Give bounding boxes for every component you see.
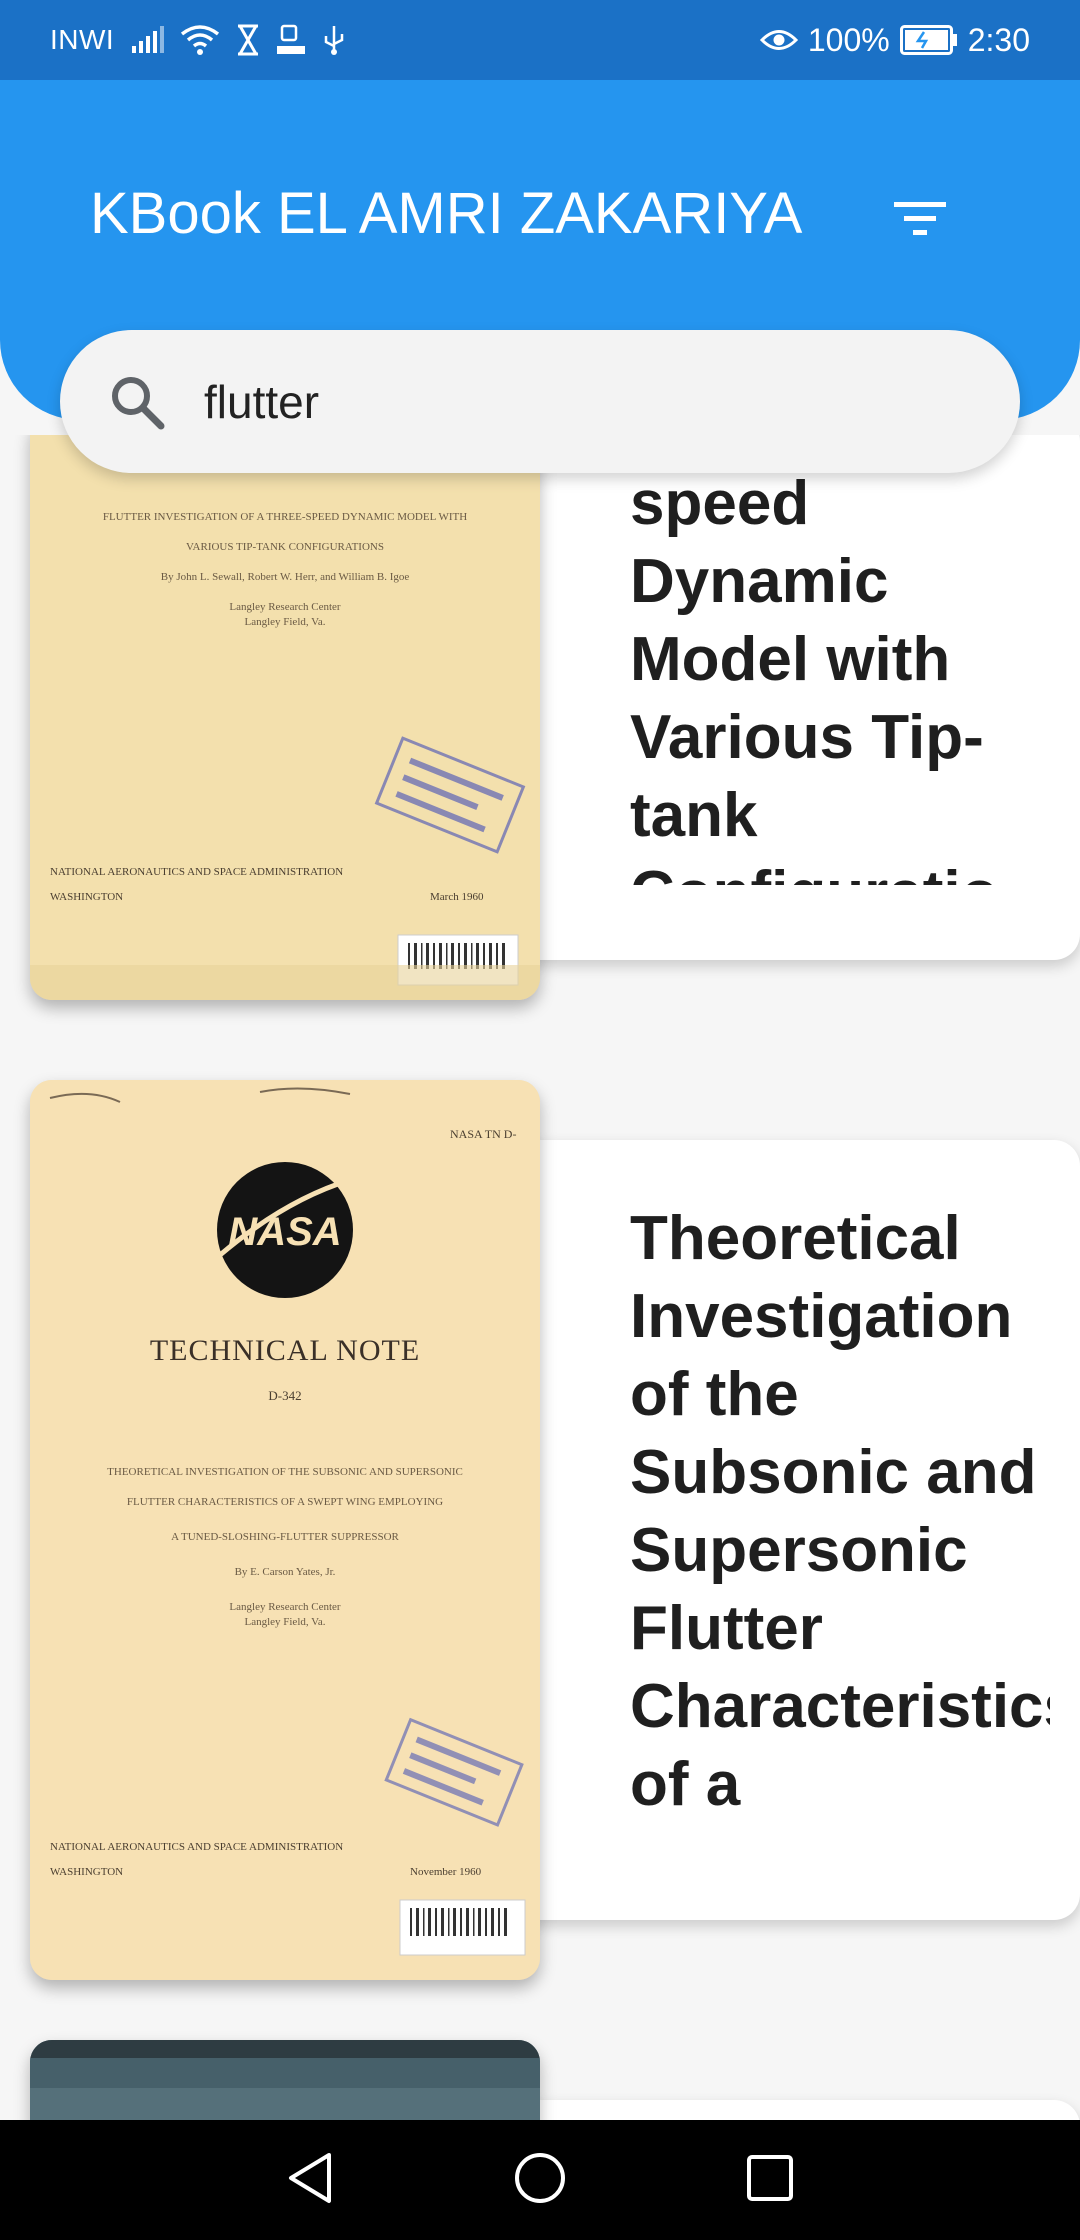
svg-text:NASA: NASA	[228, 1210, 341, 1254]
cover-line: A TUNED-SLOSHING-FLUTTER SUPPRESSOR	[171, 1531, 399, 1543]
book-list[interactable]: speed Dynamic Model with Various Tip-tan…	[0, 435, 1080, 2120]
book-cover[interactable]: NASA TN D- NASA TECHNICAL NOTE D-342 THE…	[30, 1080, 540, 1980]
status-bar: INWI 100% 2:30	[0, 0, 1080, 80]
cover-line: FLUTTER INVESTIGATION OF A THREE-SPEED D…	[103, 511, 467, 523]
cover-place: Langley Field, Va.	[244, 1616, 325, 1628]
book-cover[interactable]	[30, 2040, 540, 2120]
battery-icon	[899, 25, 958, 55]
cover-kind: TECHNICAL NOTE	[150, 1334, 420, 1367]
cover-date: November 1960	[410, 1866, 482, 1878]
book-title: speed Dynamic Model with Various Tip-tan…	[630, 469, 999, 885]
cover-center: Langley Research Center	[229, 601, 341, 613]
book-info-card[interactable]: speed Dynamic Model with Various Tip-tan…	[530, 435, 1080, 960]
book-title: Theoretical Investigation of the Subsoni…	[630, 1204, 1050, 1819]
usb-icon	[322, 24, 346, 56]
home-button[interactable]	[500, 2140, 580, 2220]
list-item[interactable]: speed Dynamic Model with Various Tip-tan…	[30, 435, 1080, 1015]
cover-line: FLUTTER CHARACTERISTICS OF A SWEPT WING …	[127, 1496, 443, 1508]
cover-line: THEORETICAL INVESTIGATION OF THE SUBSONI…	[107, 1466, 463, 1478]
cover-city: WASHINGTON	[50, 891, 123, 903]
signal-icon	[130, 26, 165, 54]
cover-city: WASHINGTON	[50, 1866, 123, 1878]
cover-place: Langley Field, Va.	[244, 616, 325, 628]
data-icon	[276, 24, 306, 56]
app-title: KBook EL AMRI ZAKARIYA	[90, 181, 803, 246]
search-input[interactable]	[202, 373, 966, 430]
cover-authors: By John L. Sewall, Robert W. Herr, and W…	[161, 571, 410, 583]
list-item[interactable]	[30, 2040, 1080, 2120]
cover-center: Langley Research Center	[229, 1601, 341, 1613]
list-item[interactable]: Theoretical Investigation of the Subsoni…	[30, 1080, 1080, 1980]
search-icon	[102, 367, 172, 437]
cover-number: D-342	[268, 1388, 301, 1403]
back-button[interactable]	[270, 2140, 350, 2220]
book-info-card[interactable]	[530, 2100, 1080, 2120]
cover-agency: NATIONAL AERONAUTICS AND SPACE ADMINISTR…	[50, 1841, 343, 1853]
recents-icon	[746, 2154, 794, 2207]
navigation-bar	[0, 2120, 1080, 2240]
cover-line: VARIOUS TIP-TANK CONFIGURATIONS	[186, 541, 384, 553]
wifi-icon	[180, 24, 220, 56]
nasa-logo: NASA	[217, 1162, 353, 1298]
recents-button[interactable]	[730, 2140, 810, 2220]
home-icon	[513, 2151, 567, 2210]
book-info-card[interactable]: Theoretical Investigation of the Subsoni…	[530, 1140, 1080, 1920]
back-icon	[285, 2151, 335, 2210]
cover-authors: By E. Carson Yates, Jr.	[235, 1566, 336, 1578]
filter-button[interactable]	[880, 180, 960, 260]
book-cover[interactable]: FLUTTER INVESTIGATION OF A THREE-SPEED D…	[30, 435, 540, 1000]
search-bar[interactable]	[60, 330, 1020, 473]
filter-icon	[892, 198, 948, 243]
cover-header: NASA TN D-	[450, 1127, 516, 1141]
cover-agency: NATIONAL AERONAUTICS AND SPACE ADMINISTR…	[50, 866, 343, 878]
battery-percent: 100%	[807, 21, 890, 58]
clock: 2:30	[967, 21, 1030, 58]
barcode-label	[399, 1899, 526, 1956]
hourglass-icon	[236, 24, 260, 56]
eye-icon	[759, 27, 798, 53]
cover-date: March 1960	[430, 891, 484, 903]
carrier-label: INWI	[50, 24, 115, 55]
